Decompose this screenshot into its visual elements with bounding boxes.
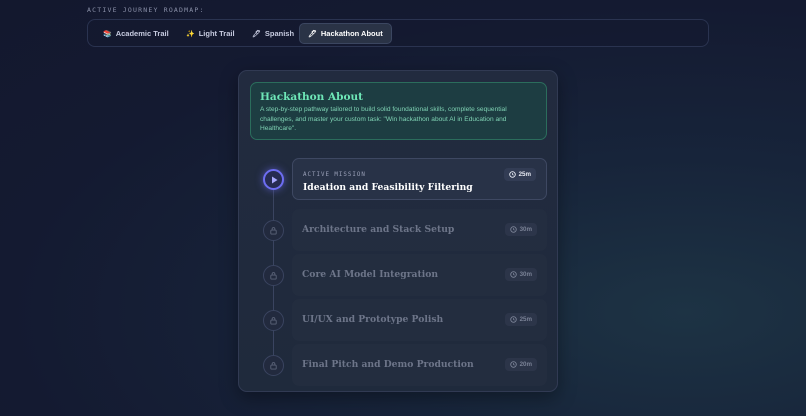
lock-icon xyxy=(270,317,277,325)
lock-icon xyxy=(270,272,277,280)
mission-title: UI/UX and Prototype Polish xyxy=(302,314,444,325)
play-icon xyxy=(271,176,277,183)
clock-icon xyxy=(509,271,517,278)
mission-title: Core AI Model Integration xyxy=(302,269,439,280)
mission-node-locked xyxy=(263,355,284,376)
roadmap-tabbar: 📚 Academic Trail ✨ Light Trail 🖊 Spanish… xyxy=(87,19,709,47)
duration-text: 25m xyxy=(519,316,532,323)
tab-light-trail[interactable]: ✨ Light Trail xyxy=(178,23,243,44)
tab-academic-trail[interactable]: 📚 Academic Trail xyxy=(95,23,177,44)
mission-node-locked xyxy=(263,220,284,241)
tab-label: Spanish xyxy=(264,29,295,38)
books-icon: 📚 xyxy=(103,30,112,38)
mission-card-locked: Core AI Model Integration 30m xyxy=(292,254,547,296)
roadmap-card: Hackathon About A step-by-step pathway t… xyxy=(238,70,558,392)
clock-icon xyxy=(508,171,516,178)
sparkles-icon: ✨ xyxy=(186,30,195,38)
mission-kicker: ACTIVE MISSION xyxy=(303,172,366,178)
mission-title: Final Pitch and Demo Production xyxy=(302,359,474,370)
roadmap-label: ACTIVE JOURNEY ROADMAP: xyxy=(87,6,205,14)
clock-icon xyxy=(509,361,517,368)
mission-title: Ideation and Feasibility Filtering xyxy=(303,182,473,193)
roadmap-description: A step-by-step pathway tailored to build… xyxy=(260,106,507,132)
duration-badge: 30m xyxy=(504,268,537,281)
duration-badge: 25m xyxy=(503,168,536,181)
mission-card-locked: UI/UX and Prototype Polish 25m xyxy=(292,299,547,341)
duration-badge: 20m xyxy=(504,358,537,371)
mission-title: Architecture and Stack Setup xyxy=(302,224,455,235)
mission-node-active[interactable] xyxy=(263,169,284,190)
duration-badge: 25m xyxy=(504,313,537,326)
mission-node-locked xyxy=(263,265,284,286)
pen-icon: 🖊 xyxy=(308,30,317,38)
tab-hackathon-about[interactable]: 🖊 Hackathon About xyxy=(299,23,392,44)
tab-label: Academic Trail xyxy=(115,29,169,38)
roadmap-intro: Hackathon About A step-by-step pathway t… xyxy=(250,82,547,140)
clock-icon xyxy=(509,226,517,233)
lock-icon xyxy=(270,227,277,235)
clock-icon xyxy=(509,316,517,323)
mission-card-locked: Architecture and Stack Setup 30m xyxy=(292,209,547,251)
duration-text: 30m xyxy=(519,271,532,278)
mission-card-locked: Final Pitch and Demo Production 20m xyxy=(292,344,547,386)
duration-badge: 30m xyxy=(504,223,537,236)
duration-text: 20m xyxy=(519,361,532,368)
tab-spanish[interactable]: 🖊 Spanish xyxy=(244,23,302,44)
tab-label: Light Trail xyxy=(198,29,235,38)
lock-icon xyxy=(270,362,277,370)
duration-text: 25m xyxy=(518,171,531,178)
pen-icon: 🖊 xyxy=(252,30,261,38)
mission-node-locked xyxy=(263,310,284,331)
mission-card-active[interactable]: ACTIVE MISSION Ideation and Feasibility … xyxy=(292,158,547,200)
tab-label: Hackathon About xyxy=(320,29,383,38)
roadmap-title: Hackathon About xyxy=(260,91,363,103)
duration-text: 30m xyxy=(519,226,532,233)
